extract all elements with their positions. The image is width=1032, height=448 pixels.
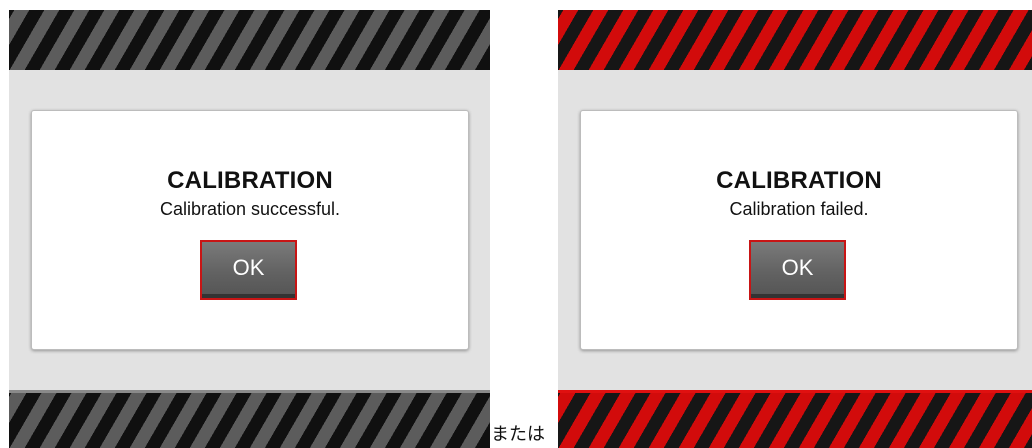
calibration-failure-screen: CALIBRATION Calibration failed. OK xyxy=(558,10,1032,448)
comparison-stage: CALIBRATION Calibration successful. OK ま… xyxy=(0,0,1032,448)
calibration-dialog: CALIBRATION Calibration failed. OK xyxy=(580,110,1018,350)
dialog-message: Calibration successful. xyxy=(159,199,341,219)
hazard-stripe-bottom xyxy=(558,390,1032,448)
calibration-success-screen: CALIBRATION Calibration successful. OK xyxy=(9,10,490,448)
dialog-title: CALIBRATION xyxy=(716,167,882,194)
separator-text: または xyxy=(491,424,545,445)
hazard-stripe-top xyxy=(558,10,1032,70)
hazard-stripe-bottom xyxy=(9,390,490,448)
ok-button[interactable]: OK xyxy=(749,240,846,300)
ok-button[interactable]: OK xyxy=(200,240,297,300)
hazard-stripe-top xyxy=(9,10,490,70)
dialog-title: CALIBRATION xyxy=(167,167,333,194)
calibration-dialog: CALIBRATION Calibration successful. OK xyxy=(31,110,469,350)
dialog-message: Calibration failed. xyxy=(729,199,869,219)
